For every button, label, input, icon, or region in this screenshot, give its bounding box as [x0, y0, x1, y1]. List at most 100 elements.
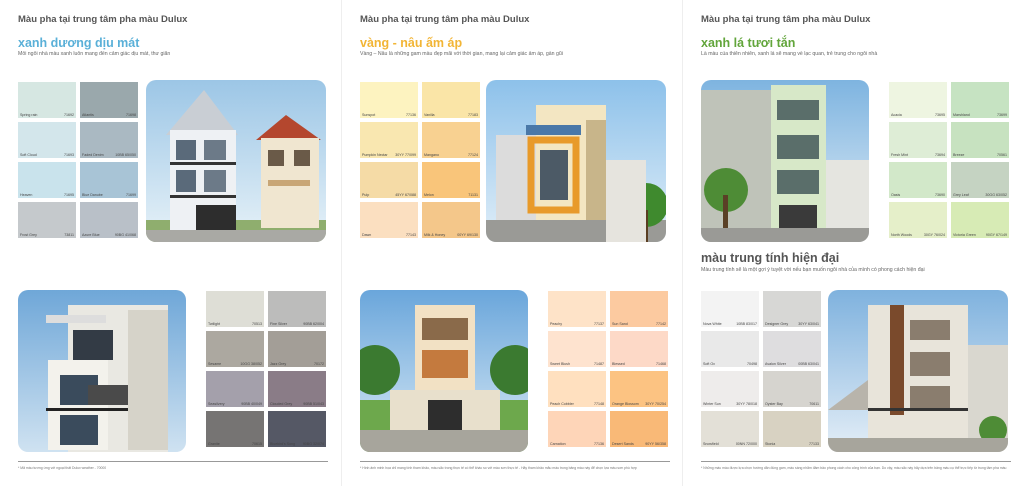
- swatch-grid-top: Acacia 73695 Marshland 73699 Fresh Mint 73694…: [889, 82, 1009, 238]
- swatch-name: Peach Cobbler: [550, 402, 574, 406]
- swatch-code: 73690: [935, 193, 945, 197]
- swatch-name: Fresh Mint: [891, 153, 908, 157]
- color-swatch: Azure Blue 90BG 41/068: [80, 202, 138, 238]
- color-swatch: Jazz Grey 70172: [268, 331, 326, 367]
- swatch-code: 90GY 67/149: [985, 233, 1007, 237]
- swatch-code: 90BG 32/074: [302, 442, 324, 446]
- swatch-name: Sweet Blush: [550, 362, 570, 366]
- swatch-grid-bottom: Twilight 70513 Fine Silver 90BB 62/004 Sesam…: [206, 291, 326, 447]
- color-swatch: Nova White 10BB 83/017: [701, 291, 759, 327]
- swatch-grid-bottom: Peachy 77137 Sun Sand 77142 Sweet Blush 71487…: [548, 291, 668, 447]
- swatch-name: Pumpkin Nectar: [362, 153, 388, 157]
- color-swatch: Sesame 10GG 38/052: [206, 331, 264, 367]
- palette-title: xanh dương dịu mát: [18, 36, 140, 50]
- color-swatch: Mangano 77124: [422, 122, 480, 158]
- color-swatch: Melon 71131: [422, 162, 480, 198]
- palette-title: xanh lá tươi tắn: [701, 36, 796, 50]
- swatch-code: 70513: [252, 322, 262, 326]
- section-title-neutral: màu trung tính hiện đại: [701, 251, 840, 265]
- swatch-name: Blue Danube: [82, 193, 103, 197]
- house-photo-beige: [360, 290, 528, 452]
- swatch-name: Fine Silver: [270, 322, 287, 326]
- color-swatch: Marshland 73699: [951, 82, 1009, 118]
- color-swatch: Oasis 73690: [889, 162, 947, 198]
- footnote: * Những màu màu được lựa chọn hướng dẫn …: [701, 466, 1007, 470]
- swatch-name: Marshland: [953, 113, 970, 117]
- color-swatch: Fresh Mint 73694: [889, 122, 947, 158]
- swatch-code: 30YY 70/254: [645, 402, 666, 406]
- swatch-code: 10BB 65/050: [115, 153, 136, 157]
- swatch-name: Melon: [424, 193, 434, 197]
- color-swatch: Blessed 71468: [610, 331, 668, 367]
- swatch-name: Spring rain: [20, 113, 38, 117]
- color-swatch: Desert Sands 90YY 56/358: [610, 411, 668, 447]
- house-photo-green: [701, 80, 869, 242]
- swatch-code: 70172: [314, 362, 324, 366]
- palette-description: Vàng – Nâu là những gam màu đẹp mãi với …: [360, 51, 563, 57]
- color-swatch: Fine Silver 90BB 62/004: [268, 291, 326, 327]
- color-swatch: Sweet Blush 71487: [548, 331, 606, 367]
- swatch-name: Sunspot: [362, 113, 376, 117]
- swatch-name: Oyster Bay: [765, 402, 783, 406]
- swatch-code: 71695: [64, 193, 74, 197]
- color-swatch: Milk & Honey 00YY 69/130: [422, 202, 480, 238]
- color-swatch: Granite 70615: [206, 411, 264, 447]
- color-swatch: Winter Sun 30YY 78/018: [701, 371, 759, 407]
- color-swatch: Peach Cobbler 77148: [548, 371, 606, 407]
- color-swatch: Grey Leaf 30GG 63/052: [951, 162, 1009, 198]
- color-swatch: Pulp 45YY 67/088: [360, 162, 418, 198]
- swatch-code: 73694: [935, 153, 945, 157]
- footnote: * Mã màu tương ứng với ngoại thất Dulux …: [18, 466, 107, 470]
- color-swatch: Spring rain 71692: [18, 82, 76, 118]
- swatch-code: 90BB 62/004: [303, 322, 324, 326]
- color-swatch: Atlantis 71698: [80, 82, 138, 118]
- swatch-name: Designer Grey: [765, 322, 789, 326]
- swatch-code: 45YY 67/088: [395, 193, 416, 197]
- house-photo-blue: [146, 80, 326, 242]
- swatch-code: 70498: [747, 362, 757, 366]
- swatch-code: 71698: [126, 113, 136, 117]
- swatch-code: 77148: [594, 402, 604, 406]
- swatch-code: 71693: [64, 153, 74, 157]
- color-swatch: Soft Cloud 71693: [18, 122, 76, 158]
- swatch-name: North Woods: [891, 233, 912, 237]
- swatch-code: 77136: [594, 442, 604, 446]
- color-swatch: Blue Danube 71699: [80, 162, 138, 198]
- swatch-name: Victoria Green: [953, 233, 976, 237]
- color-swatch: Oyster Bay 70611: [763, 371, 821, 407]
- swatch-name: Grey Leaf: [953, 193, 969, 197]
- swatch-code: 90BB 40/049: [241, 402, 262, 406]
- footer-rule: [701, 461, 1011, 462]
- swatch-code: 77143: [406, 233, 416, 237]
- swatch-code: 00YY 69/130: [457, 233, 478, 237]
- swatch-code: 71692: [64, 113, 74, 117]
- swatch-code: 71487: [594, 362, 604, 366]
- swatch-name: Pulp: [362, 193, 370, 197]
- brochure-page-yellow: Màu pha tại trung tâm pha màu Dulux vàng…: [341, 0, 682, 486]
- color-swatch: Soft Ox 70498: [701, 331, 759, 367]
- swatch-name: Stonia: [765, 442, 776, 446]
- swatch-code: 73699: [997, 113, 1007, 117]
- page-heading: Màu pha tại trung tâm pha màu Dulux: [360, 14, 530, 25]
- swatch-code: 70611: [809, 402, 819, 406]
- page-heading: Màu pha tại trung tâm pha màu Dulux: [18, 14, 188, 25]
- color-swatch: Faded Denim 10BB 65/050: [80, 122, 138, 158]
- house-photo-orange: [486, 80, 666, 242]
- palette-description: Là màu của thiên nhiên, xanh lá sẽ mang …: [701, 51, 878, 57]
- swatch-name: Winter Sun: [703, 402, 721, 406]
- swatch-code: 77136: [406, 113, 416, 117]
- swatch-code: 77133: [809, 442, 819, 446]
- color-swatch: Stonia 77133: [763, 411, 821, 447]
- color-swatch: Avalon Silver 00BB 63/041: [763, 331, 821, 367]
- swatch-code: 70615: [252, 442, 262, 446]
- color-swatch: Snowfield 00NN 72/000: [701, 411, 759, 447]
- swatch-name: Desert Sands: [612, 442, 634, 446]
- color-swatch: North Woods 30GY 76/024: [889, 202, 947, 238]
- color-swatch: Orange Blossom 30YY 70/254: [610, 371, 668, 407]
- swatch-name: Clouded Grey: [270, 402, 293, 406]
- swatch-grid-top: Spring rain 71692 Atlantis 71698 Soft Cloud 7…: [18, 82, 138, 238]
- swatch-name: Jazz Grey: [270, 362, 287, 366]
- swatch-code: 30YY 78/018: [736, 402, 757, 406]
- swatch-code: 30YY 63/041: [798, 322, 819, 326]
- swatch-code: 73695: [935, 113, 945, 117]
